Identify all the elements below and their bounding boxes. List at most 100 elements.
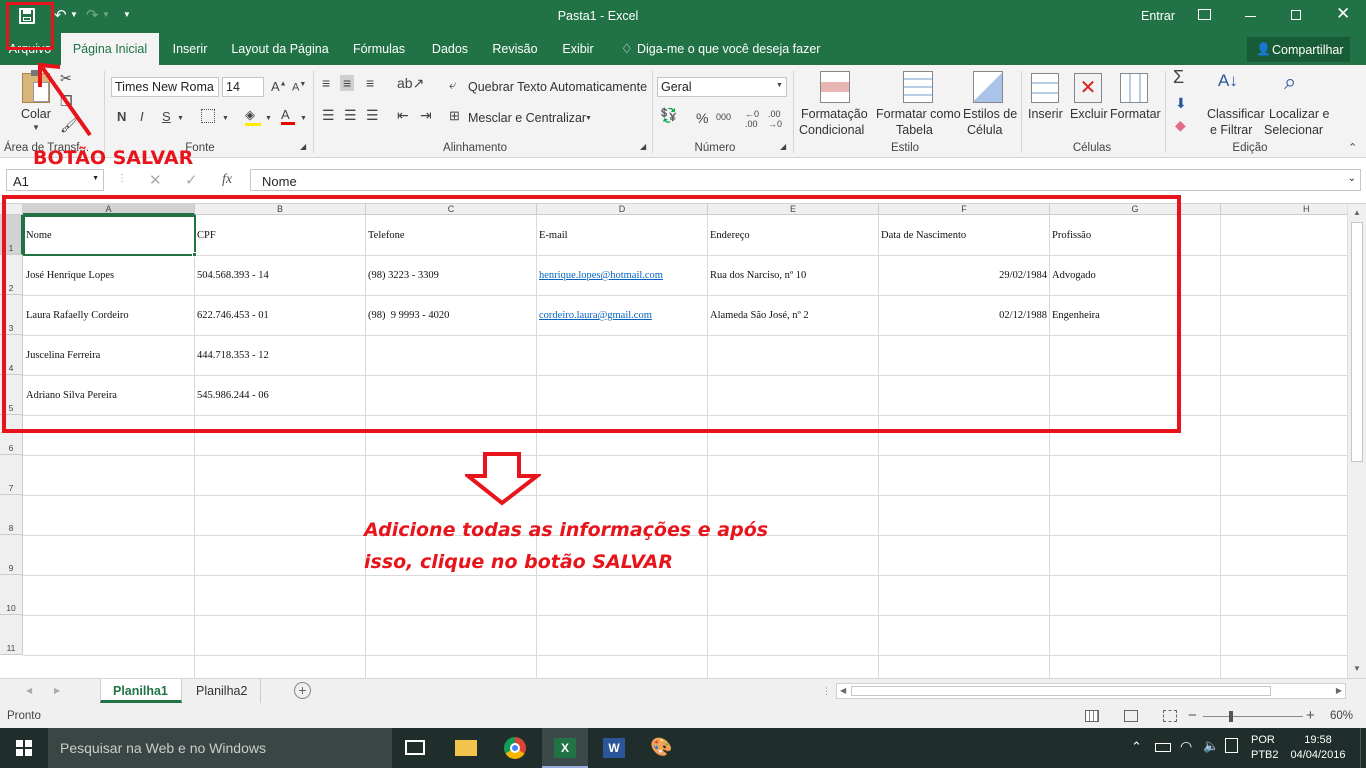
tab-inserir[interactable]: Inserir <box>164 33 216 65</box>
page-break-view-icon[interactable] <box>1163 710 1177 722</box>
autosum-icon[interactable]: Σ <box>1173 67 1184 88</box>
tell-me-box[interactable]: Diga-me o que você deseja fazer <box>637 42 820 56</box>
row-header-10[interactable]: 10 <box>0 575 23 615</box>
row-header-7[interactable]: 7 <box>0 455 23 495</box>
taskbar-search-box[interactable]: Pesquisar na Web e no Windows <box>48 728 392 768</box>
decrease-indent-icon[interactable]: ⇤ <box>397 107 409 124</box>
shrink-font-icon[interactable]: A▼ <box>292 81 306 94</box>
tab-dados[interactable]: Dados <box>425 33 475 65</box>
scroll-left-icon[interactable]: ◀ <box>840 686 846 695</box>
decrease-decimal-icon[interactable]: .00 →0 <box>768 109 782 129</box>
underline-dropdown-icon[interactable]: ▼ <box>177 115 184 122</box>
wrap-text-button[interactable]: Quebrar Texto Automaticamente <box>468 80 647 94</box>
format-as-table-button[interactable]: Formatar como <box>876 107 961 121</box>
tab-formulas[interactable]: Fórmulas <box>346 33 412 65</box>
number-format-dropdown-icon[interactable]: ▼ <box>776 82 783 89</box>
column-header-h[interactable]: H <box>1221 204 1366 215</box>
paint-taskbar-icon[interactable]: 🎨 <box>650 737 672 758</box>
format-as-table-button-line2[interactable]: Tabela <box>896 123 933 137</box>
cell-styles-icon[interactable] <box>973 71 1003 103</box>
task-view-icon[interactable] <box>405 740 425 755</box>
windows-start-icon[interactable] <box>16 740 32 756</box>
zoom-slider-thumb[interactable] <box>1229 711 1233 722</box>
insert-cells-icon[interactable] <box>1031 73 1059 103</box>
thousands-button[interactable]: 000 <box>716 112 731 122</box>
scroll-right-icon[interactable]: ▶ <box>1336 686 1342 695</box>
horizontal-scroll-thumb[interactable] <box>851 686 1271 696</box>
font-size-select[interactable]: 14 <box>222 77 264 97</box>
currency-icon[interactable]: 💱 <box>660 107 677 124</box>
orientation-icon[interactable]: ab↗ <box>397 75 424 92</box>
delete-cells-button[interactable]: Excluir <box>1070 107 1108 121</box>
fill-icon[interactable]: ⬇ <box>1175 95 1187 112</box>
page-layout-view-icon[interactable] <box>1124 710 1138 722</box>
find-select-button-line2[interactable]: Selecionar <box>1264 123 1323 137</box>
conditional-formatting-button[interactable]: Formatação <box>801 107 868 121</box>
show-desktop-button[interactable] <box>1360 728 1361 768</box>
clear-icon[interactable]: ◆ <box>1175 117 1186 134</box>
number-dialog-launcher-icon[interactable]: ◢ <box>780 142 786 151</box>
vertical-scroll-thumb[interactable] <box>1351 222 1363 462</box>
row-header-8[interactable]: 8 <box>0 495 23 535</box>
collapse-ribbon-icon[interactable]: ⌃ <box>1348 141 1357 154</box>
cell-styles-button-line2[interactable]: Célula <box>967 123 1002 137</box>
sheet-scroll-left-icon[interactable]: ◀ <box>26 686 32 695</box>
sheet-tab-planilha1[interactable]: Planilha1 <box>100 679 182 703</box>
file-explorer-icon[interactable] <box>455 740 477 756</box>
word-taskbar-icon[interactable]: W <box>603 738 625 758</box>
notifications-icon[interactable] <box>1225 738 1238 753</box>
language-indicator[interactable]: POR PTB2 <box>1251 733 1279 763</box>
redo-icon[interactable]: ↷ <box>86 6 99 24</box>
tab-exibir[interactable]: Exibir <box>555 33 601 65</box>
font-dialog-launcher-icon[interactable]: ◢ <box>300 142 306 151</box>
horizontal-scrollbar[interactable]: ◀ ▶ <box>836 683 1346 699</box>
cancel-icon[interactable]: ✕ <box>149 171 162 189</box>
restore-icon[interactable] <box>1291 10 1301 20</box>
share-button[interactable]: 👤 Compartilhar <box>1247 37 1350 62</box>
sort-filter-icon[interactable]: A↓ <box>1218 71 1238 91</box>
zoom-slider-track[interactable] <box>1203 716 1303 717</box>
font-name-select[interactable]: Times New Roma <box>111 77 219 97</box>
sheet-scroll-right-icon[interactable]: ▶ <box>54 686 60 695</box>
minimize-icon[interactable] <box>1245 16 1256 17</box>
align-middle-icon[interactable]: ≡ <box>340 75 355 91</box>
underline-button[interactable]: S <box>162 109 171 124</box>
tray-chevron-icon[interactable]: ⌃ <box>1131 739 1142 755</box>
alignment-dialog-launcher-icon[interactable]: ◢ <box>640 142 646 151</box>
cell-styles-button[interactable]: Estilos de <box>963 107 1017 121</box>
increase-indent-icon[interactable]: ⇥ <box>420 107 432 124</box>
expand-formula-icon[interactable]: ⌄ <box>1348 173 1356 184</box>
merge-center-icon[interactable]: ⊞ <box>449 108 460 124</box>
enter-icon[interactable]: ✓ <box>185 171 198 189</box>
undo-icon[interactable]: ↶ <box>54 6 67 24</box>
format-cells-button[interactable]: Formatar <box>1110 107 1161 121</box>
font-color-icon[interactable]: A <box>281 107 295 125</box>
ribbon-display-icon[interactable] <box>1198 9 1211 20</box>
redo-dropdown-icon[interactable]: ▼ <box>102 10 110 19</box>
format-as-table-icon[interactable] <box>903 71 933 103</box>
tab-split-handle[interactable]: ⋮ <box>822 686 831 697</box>
tab-revisao[interactable]: Revisão <box>486 33 544 65</box>
italic-button[interactable]: I <box>140 109 144 124</box>
conditional-formatting-button-line2[interactable]: Condicional <box>799 123 864 137</box>
increase-decimal-icon[interactable]: ←0.00 <box>745 109 759 129</box>
number-format-select[interactable]: Geral <box>657 77 787 97</box>
clock[interactable]: 19:58 04/04/2016 <box>1290 733 1346 763</box>
row-header-11[interactable]: 11 <box>0 615 23 655</box>
scroll-up-icon[interactable]: ▲ <box>1353 208 1361 217</box>
close-icon[interactable]: ✕ <box>1336 4 1350 24</box>
find-select-button[interactable]: Localizar e <box>1269 107 1329 121</box>
wrap-text-icon[interactable]: ⤶ <box>449 77 456 93</box>
merge-dropdown-icon[interactable]: ▼ <box>585 115 592 122</box>
normal-view-icon[interactable] <box>1085 710 1099 722</box>
find-select-icon[interactable]: ⌕ <box>1284 69 1296 95</box>
insert-function-icon[interactable]: fx <box>222 172 232 188</box>
chrome-icon[interactable] <box>504 737 526 759</box>
fill-color-dropdown-icon[interactable]: ▼ <box>265 115 272 122</box>
zoom-level[interactable]: 60% <box>1330 710 1353 722</box>
sort-filter-button[interactable]: Classificar <box>1207 107 1265 121</box>
bold-button[interactable]: N <box>117 109 126 124</box>
align-bottom-icon[interactable]: ≡ <box>366 75 374 91</box>
font-color-dropdown-icon[interactable]: ▼ <box>300 115 307 122</box>
name-box[interactable]: A1 ▼ <box>6 169 104 191</box>
